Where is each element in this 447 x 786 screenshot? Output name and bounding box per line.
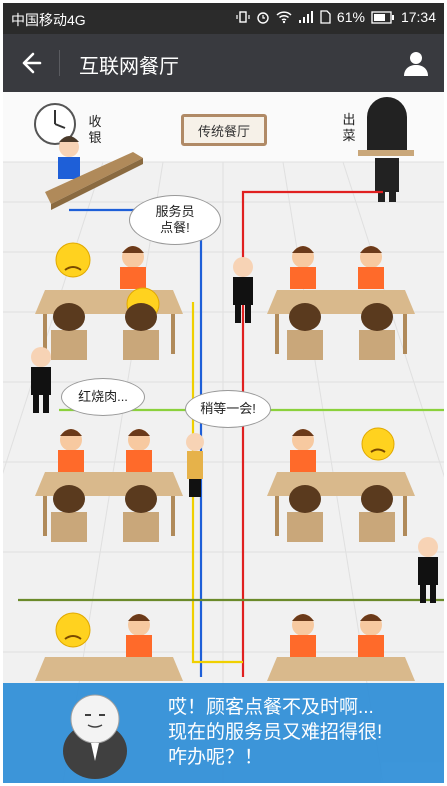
message-banner: 哎！顾客点餐不及时啊... 现在的服务员又难招得很! 咋办呢？！ — [3, 683, 444, 783]
restaurant-illustration: 收银 出菜 传统餐厅 服务员 点餐! 红烧肉... 稍等一会! 哎！顾客点餐不及… — [3, 92, 444, 783]
sim-icon — [320, 10, 331, 24]
speech-bubble-waiter: 服务员 点餐! — [129, 195, 221, 245]
wifi-icon — [276, 11, 292, 24]
nav-bar: 互联网餐厅 — [3, 34, 444, 92]
page-title: 互联网餐厅 — [79, 56, 179, 78]
restaurant-floor — [3, 92, 444, 783]
alarm-icon — [257, 12, 269, 24]
clock: 17:34 — [400, 9, 436, 25]
profile-icon[interactable] — [402, 49, 430, 77]
back-arrow-icon[interactable] — [15, 48, 45, 78]
vibrate-icon — [236, 11, 250, 23]
tables — [35, 290, 415, 681]
speech-bubble-food: 红烧肉... — [61, 378, 145, 416]
serve-label: 出菜 — [342, 112, 356, 143]
signal-icon — [298, 11, 313, 23]
carrier-label: 中国移动4G — [11, 12, 86, 28]
traditional-restaurant-sign: 传统餐厅 — [181, 114, 267, 146]
app-frame: 中国移动4G 61% 17:34 互联网餐厅 收银 出菜 传统餐厅 服务员 点餐… — [3, 3, 444, 783]
mascot-boss-icon — [63, 694, 127, 779]
status-icons: 61% 17:34 — [236, 9, 436, 25]
battery-percent: 61% — [336, 9, 365, 25]
battery-icon — [371, 10, 394, 24]
cashier-figure — [58, 136, 80, 179]
status-bar: 中国移动4G 61% 17:34 — [3, 3, 444, 34]
banner-message: 哎！顾客点餐不及时啊... 现在的服务员又难招得很! 咋办呢？！ — [168, 697, 383, 768]
cashier-label: 收银 — [88, 114, 102, 145]
speech-bubble-wait: 稍等一会! — [185, 390, 271, 428]
nav-divider — [59, 50, 60, 76]
